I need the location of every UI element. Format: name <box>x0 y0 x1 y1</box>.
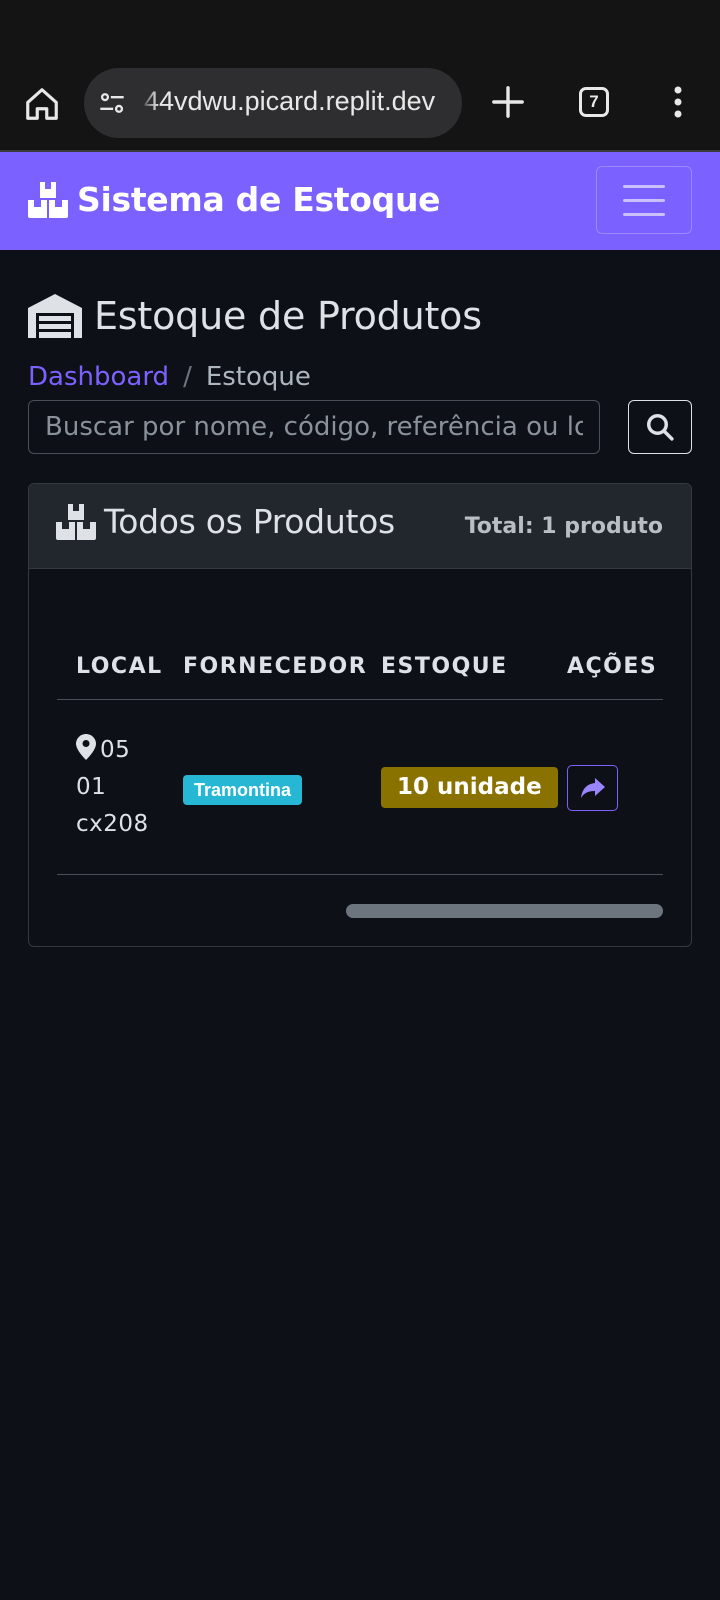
table-row-divider <box>57 874 663 875</box>
column-header-stock[interactable]: ESTOQUE <box>381 654 508 679</box>
card-header: Todos os Produtos Total: 1 produto <box>29 484 691 569</box>
site-settings-icon[interactable] <box>98 89 126 117</box>
home-icon <box>26 88 58 120</box>
breadcrumb-dashboard-link[interactable]: Dashboard <box>28 362 169 392</box>
local-value: 05 01 cx208 <box>76 732 149 843</box>
page-header: Estoque de Produtos <box>28 294 482 338</box>
url-text[interactable]: 44vdwu.picard.replit.dev <box>144 86 454 117</box>
local-cell: 05 01 cx208 <box>76 732 149 843</box>
browser-menu-button[interactable] <box>654 78 702 126</box>
more-vert-icon <box>674 86 682 118</box>
search-button[interactable] <box>628 400 692 454</box>
column-header-local[interactable]: LOCAL <box>76 654 163 679</box>
map-marker-icon <box>76 734 96 760</box>
breadcrumb-separator: / <box>183 362 192 392</box>
navbar-brand[interactable]: Sistema de Estoque <box>28 180 441 219</box>
local-line: cx208 <box>76 811 149 837</box>
horizontal-scrollbar[interactable] <box>346 904 663 918</box>
address-bar[interactable]: 44vdwu.picard.replit.dev <box>84 68 462 138</box>
total-count: Total: 1 produto <box>464 514 663 539</box>
breadcrumb-current: Estoque <box>205 362 311 392</box>
navbar-toggler[interactable] <box>596 166 692 234</box>
card-title-group: Todos os Produtos <box>56 502 395 541</box>
card-title: Todos os Produtos <box>104 502 395 541</box>
share-icon <box>580 778 605 798</box>
breadcrumb: Dashboard / Estoque <box>28 362 311 392</box>
tab-count: 7 <box>579 87 609 117</box>
toggler-line <box>623 198 665 202</box>
table-header-divider <box>57 699 663 700</box>
products-card: Todos os Produtos Total: 1 produto LOCAL… <box>28 483 692 947</box>
search-input[interactable] <box>28 400 600 454</box>
move-product-button[interactable] <box>567 765 618 811</box>
page-title: Estoque de Produtos <box>94 294 482 338</box>
toggler-line <box>623 184 665 188</box>
supplier-badge: Tramontina <box>183 775 303 805</box>
home-button[interactable] <box>18 80 66 128</box>
local-line: 01 <box>76 774 107 800</box>
boxes-icon <box>56 503 96 540</box>
new-tab-button[interactable] <box>484 78 532 126</box>
status-bar <box>0 0 720 58</box>
local-line: 05 <box>100 737 131 763</box>
stock-badge: 10 unidade <box>381 767 558 808</box>
boxes-icon <box>28 181 68 218</box>
tab-switcher-button[interactable]: 7 <box>570 78 618 126</box>
search-icon <box>647 414 674 441</box>
url-fade <box>140 78 158 128</box>
column-header-actions: AÇÕES <box>567 654 658 679</box>
column-header-supplier[interactable]: FORNECEDOR <box>183 654 367 679</box>
warehouse-icon <box>28 294 82 338</box>
brand-name: Sistema de Estoque <box>77 180 441 219</box>
app-navbar: Sistema de Estoque <box>0 152 720 250</box>
browser-toolbar: 44vdwu.picard.replit.dev 7 <box>0 58 720 152</box>
toggler-line <box>623 212 665 216</box>
plus-icon <box>492 86 524 118</box>
